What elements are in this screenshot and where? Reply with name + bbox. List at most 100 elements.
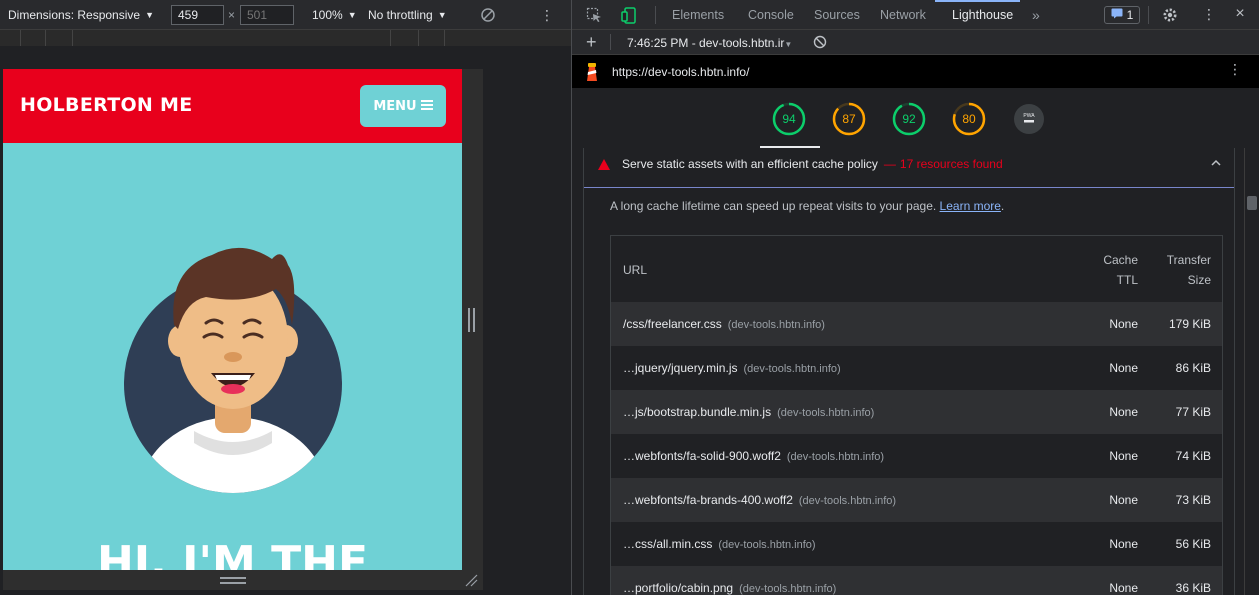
resource-url[interactable]: …webfonts/fa-solid-900.woff2 (dev-tools.h… [623,449,884,463]
hamburger-icon [420,99,433,114]
learn-more-link[interactable]: Learn more [940,199,1001,213]
chevron-up-icon[interactable] [1210,157,1222,169]
table-row: …portfolio/cabin.png (dev-tools.hbtn.info… [611,566,1222,595]
avatar-illustration [116,239,350,497]
issues-badge[interactable]: 1 [1104,6,1140,24]
resource-host: (dev-tools.hbtn.info) [786,451,885,463]
height-input[interactable] [240,5,294,25]
audit-item: Serve static assets with an efficient ca… [583,148,1235,595]
menu-button[interactable]: MENU [360,85,446,127]
gauge-accessibility[interactable]: 87 [832,102,866,136]
resource-host: (dev-tools.hbtn.info) [743,363,841,375]
clear-reports-icon[interactable] [813,35,827,49]
more-options-icon[interactable]: ⋮ [540,6,554,24]
cache-ttl-cell: None [1109,449,1138,463]
width-resize-handle[interactable] [462,69,483,570]
transfer-size-cell: 77 KiB [1175,405,1211,419]
score-gauges: 94 87 92 80 PWA [572,88,1259,148]
rotate-icon[interactable] [480,7,496,23]
close-icon[interactable]: × [1232,5,1248,23]
resource-url[interactable]: …webfonts/fa-brands-400.woff2 (dev-tools.… [623,493,896,507]
resource-host: (dev-tools.hbtn.info) [727,319,825,331]
column-header-url: URL [623,263,648,277]
report-select[interactable]: 7:46:25 PM - dev-tools.hbtn.ir▼ [627,36,792,50]
corner-resize-icon[interactable] [464,573,478,587]
device-emulation-pane: Dimensions: Responsive ▼ × 100% ▼ No throt… [0,0,571,595]
resource-url[interactable]: …css/all.min.css (dev-tools.hbtn.info) [623,537,816,551]
resource-path: /css/freelancer.css [623,317,722,331]
tab-lighthouse[interactable]: Lighthouse [952,0,1013,30]
fail-triangle-icon [598,159,610,170]
caret-down-icon: ▼ [437,10,447,20]
pwa-badge-icon: PWA [1014,104,1044,134]
table-row: …webfonts/fa-solid-900.woff2 (dev-tools.h… [611,434,1222,478]
vertical-scrollbar[interactable] [1244,148,1259,595]
gauge-seo[interactable]: 80 [952,102,986,136]
gauge-pwa[interactable]: PWA [1012,102,1046,136]
emulated-page: HOLBERTON ME MENU HI, I'M THE [3,69,462,570]
caret-down-icon: ▼ [145,10,154,20]
media-query-bar[interactable] [0,30,571,46]
gauge-value: 87 [842,112,856,126]
resources-table: URL Cache TTL Transfer Size /css/freelan… [610,235,1223,595]
resource-url[interactable]: /css/freelancer.css (dev-tools.hbtn.info) [623,317,825,331]
devtools-tabbar: Elements Console Sources Network Lightho… [572,0,1259,30]
audit-header[interactable]: Serve static assets with an efficient ca… [584,148,1234,188]
resource-url[interactable]: …jquery/jquery.min.js (dev-tools.hbtn.inf… [623,361,841,375]
more-tabs-icon[interactable]: » [1032,0,1040,30]
caret-down-icon: ▼ [347,10,357,20]
resource-url[interactable]: …portfolio/cabin.png (dev-tools.hbtn.info… [623,581,836,595]
inspect-element-icon[interactable] [586,7,602,23]
dimension-times: × [228,8,236,22]
audit-details: Serve static assets with an efficient ca… [572,148,1244,595]
cache-ttl-cell: None [1109,361,1138,375]
lighthouse-toolbar: + 7:46:25 PM - dev-tools.hbtn.ir▼ [572,30,1259,55]
gauge-performance[interactable]: 94 [772,102,806,136]
caret-down-icon: ▼ [784,40,793,49]
tab-console[interactable]: Console [748,0,794,30]
transfer-size-cell: 36 KiB [1175,581,1211,595]
tab-sources[interactable]: Sources [814,0,860,30]
pwa-badge-label: PWA [1023,113,1035,119]
issues-count: 1 [1126,8,1134,22]
more-options-icon[interactable]: ⋮ [1228,61,1242,78]
report-url[interactable]: https://dev-tools.hbtn.info/ [612,65,749,79]
transfer-size-cell: 73 KiB [1175,493,1211,507]
issues-icon [1111,8,1123,22]
menu-label: MENU [373,98,417,114]
devtools-panel: Elements Console Sources Network Lightho… [572,0,1259,595]
resource-host: (dev-tools.hbtn.info) [718,539,816,551]
transfer-size-cell: 179 KiB [1168,317,1211,331]
column-header-cache-ttl: Cache TTL [1081,250,1138,290]
width-input[interactable] [171,5,224,25]
device-toolbar-icon[interactable] [621,7,637,24]
table-row: /css/freelancer.css (dev-tools.hbtn.info)… [611,302,1222,346]
resource-url[interactable]: …js/bootstrap.bundle.min.js (dev-tools.hb… [623,405,874,419]
transfer-size-cell: 56 KiB [1175,537,1211,551]
resource-path: …jquery/jquery.min.js [623,361,738,375]
transfer-size-cell: 74 KiB [1175,449,1211,463]
scrollbar-thumb[interactable] [1247,196,1257,210]
tab-elements[interactable]: Elements [672,0,724,30]
report-label: 7:46:25 PM - dev-tools.hbtn.ir [627,36,785,50]
table-header: URL Cache TTL Transfer Size [611,236,1222,302]
new-report-button[interactable]: + [586,32,597,53]
resource-host: (dev-tools.hbtn.info) [739,583,837,595]
gauge-best-practices[interactable]: 92 [892,102,926,136]
resource-path: …js/bootstrap.bundle.min.js [623,405,772,419]
settings-gear-icon[interactable] [1162,7,1178,23]
report-url-bar: https://dev-tools.hbtn.info/ ⋮ [572,55,1259,88]
height-resize-handle[interactable] [3,570,483,590]
throttling-select[interactable]: No throttling ▼ [368,8,447,22]
resource-host: (dev-tools.hbtn.info) [777,407,875,419]
more-options-icon[interactable]: ⋮ [1202,6,1216,24]
audit-dash: — [883,157,896,171]
dimensions-select[interactable]: Dimensions: Responsive ▼ [8,8,154,22]
site-brand[interactable]: HOLBERTON ME [20,94,193,116]
tab-network[interactable]: Network [880,0,926,30]
hero-title: HI, I'M THE [96,537,369,570]
column-header-transfer-size: Transfer Size [1145,250,1211,290]
zoom-select[interactable]: 100% ▼ [312,8,357,22]
audit-description-text: A long cache lifetime can speed up repea… [610,199,937,213]
column-header-transfer-size-line1: Transfer [1166,253,1211,267]
